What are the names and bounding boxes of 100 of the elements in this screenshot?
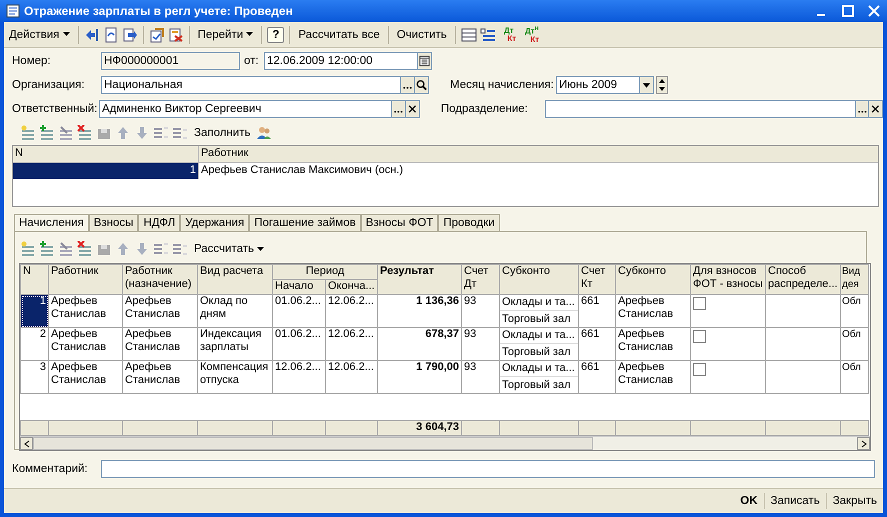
add-row-icon[interactable] <box>20 241 36 257</box>
column-header: Оконча... <box>326 280 378 294</box>
table-cell: Индексация зарплаты <box>198 328 272 360</box>
column-header: Субконто <box>616 264 690 294</box>
checklist-icon[interactable] <box>480 26 496 42</box>
spin-icon[interactable] <box>656 76 668 94</box>
delete-row-icon[interactable] <box>77 125 93 141</box>
column-header: N <box>13 146 199 162</box>
table-cell: Торговый зал <box>500 343 578 358</box>
table-cell[interactable]: 2 <box>20 328 48 360</box>
checkbox[interactable] <box>693 363 706 376</box>
number-field[interactable]: НФ000000001 <box>101 52 240 70</box>
table-cell: 661 <box>578 294 616 328</box>
select-icon[interactable] <box>392 100 406 118</box>
tab[interactable]: Проводки <box>438 214 500 231</box>
delete-row-icon[interactable] <box>77 241 93 257</box>
column-header: Счет Кт <box>578 264 616 294</box>
table-cell: 01.06.2... <box>272 328 326 360</box>
organization-field[interactable]: Национальная <box>101 76 401 94</box>
table-cell: Компенсация отпуска <box>198 360 272 394</box>
caret-icon <box>246 32 254 36</box>
select-icon[interactable] <box>401 76 415 94</box>
column-header: Начало <box>272 280 326 294</box>
ok-button[interactable]: OK <box>734 493 764 509</box>
column-header: Счет Дт <box>462 264 500 294</box>
add-row-icon[interactable] <box>20 125 36 141</box>
edit-row-icon[interactable] <box>58 241 74 257</box>
save-button[interactable]: Записать <box>764 493 826 509</box>
arrow-left-icon[interactable] <box>84 26 100 42</box>
actions-menu[interactable]: Действия <box>6 26 73 42</box>
table-cell[interactable]: 3 <box>20 360 48 394</box>
maximize-icon[interactable] <box>841 4 855 18</box>
window-title: Отражение зарплаты в регл учете: Проведен <box>24 4 293 18</box>
field-label: Организация: <box>12 79 86 91</box>
column-header: Вид дея <box>840 264 868 294</box>
calculate-all-button[interactable]: Рассчитать все <box>295 26 383 42</box>
table-cell: Оклад по дням <box>198 294 272 328</box>
table-cell: Арефьев Станислав <box>48 294 122 328</box>
sort-descending-icon[interactable] <box>172 125 188 141</box>
tab[interactable]: НДФЛ <box>138 214 180 231</box>
post-document-icon[interactable] <box>148 26 165 42</box>
responsible-field[interactable]: Админенко Виктор Сергеевич <box>99 100 392 118</box>
scroll-right-icon[interactable] <box>860 440 868 448</box>
department-field[interactable] <box>544 100 856 118</box>
clear-icon[interactable] <box>869 100 883 118</box>
tab[interactable]: Начисления <box>14 214 89 231</box>
comment-field[interactable] <box>101 460 875 478</box>
tab[interactable]: Взносы <box>88 214 138 231</box>
field-label: от: <box>244 55 260 67</box>
table-cell: 01.06.2... <box>272 294 326 328</box>
copy-row-icon[interactable] <box>39 125 55 141</box>
people-icon[interactable] <box>256 125 272 141</box>
close-button[interactable]: Закрыть <box>826 493 883 509</box>
field-label: Подразделение: <box>440 103 529 115</box>
table-cell: 661 <box>578 360 616 394</box>
dropdown-icon[interactable] <box>640 76 654 94</box>
total-cell: 3 604,73 <box>378 420 462 436</box>
date-field[interactable]: 12.06.2009 12:00:00 <box>264 52 418 70</box>
caret-icon <box>62 32 70 36</box>
month-field[interactable]: Июнь 2009 <box>556 76 640 94</box>
list-view-icon[interactable] <box>460 26 477 42</box>
ledger-entries-button[interactable]: Дт$^{н}$ Кт <box>522 25 542 44</box>
close-icon[interactable] <box>867 4 881 18</box>
tab[interactable]: Погашение займов <box>249 214 361 231</box>
table-cell: Арефьев Станислав <box>616 360 690 394</box>
column-header: Для взносов ФОТ - взносы <box>690 264 766 294</box>
calculate-menu[interactable]: Рассчитать <box>191 241 268 257</box>
tab[interactable]: Взносы ФОТ <box>360 214 438 231</box>
sort-descending-icon[interactable] <box>172 241 188 257</box>
table-row[interactable]: 1 Арефьев Станислав Максимович (осн.) <box>13 163 878 179</box>
search-icon[interactable] <box>415 76 429 94</box>
clear-button[interactable]: Очистить <box>394 26 450 42</box>
select-icon[interactable] <box>856 100 870 118</box>
horizontal-scrollbar[interactable] <box>20 436 870 450</box>
clear-icon[interactable] <box>406 100 420 118</box>
goto-menu[interactable]: Перейти <box>194 26 256 42</box>
help-button[interactable]: ? <box>267 26 284 42</box>
column-header: Вид расчета <box>198 264 272 294</box>
table-cell: Торговый зал <box>500 310 578 325</box>
unpost-document-icon[interactable] <box>168 26 184 42</box>
checkbox[interactable] <box>693 297 706 310</box>
swap-arrows-icon[interactable] <box>122 26 138 42</box>
column-header: Результат <box>378 264 462 294</box>
field-label: Месяц начисления: <box>450 79 555 91</box>
fill-button[interactable]: Заполнить <box>191 125 254 141</box>
table-cell-text: Арефьев Станислав Максимович (осн.) <box>200 163 404 178</box>
table-cell[interactable]: 1 <box>20 294 48 328</box>
table-cell: Обл <box>840 360 868 394</box>
edit-row-icon[interactable] <box>58 125 74 141</box>
document-refresh-icon[interactable] <box>102 26 119 42</box>
document-icon <box>6 4 20 18</box>
tab[interactable]: Удержания <box>180 214 250 231</box>
sort-ascending-icon[interactable] <box>153 125 169 141</box>
scroll-left-icon[interactable] <box>22 440 30 448</box>
checkbox[interactable] <box>693 330 706 343</box>
calendar-icon[interactable] <box>418 52 432 70</box>
sort-ascending-icon[interactable] <box>153 241 169 257</box>
field-label: Комментарий: <box>12 463 89 475</box>
copy-row-icon[interactable] <box>39 241 55 257</box>
ledger-entries-button[interactable]: Дт Кт <box>498 26 519 42</box>
